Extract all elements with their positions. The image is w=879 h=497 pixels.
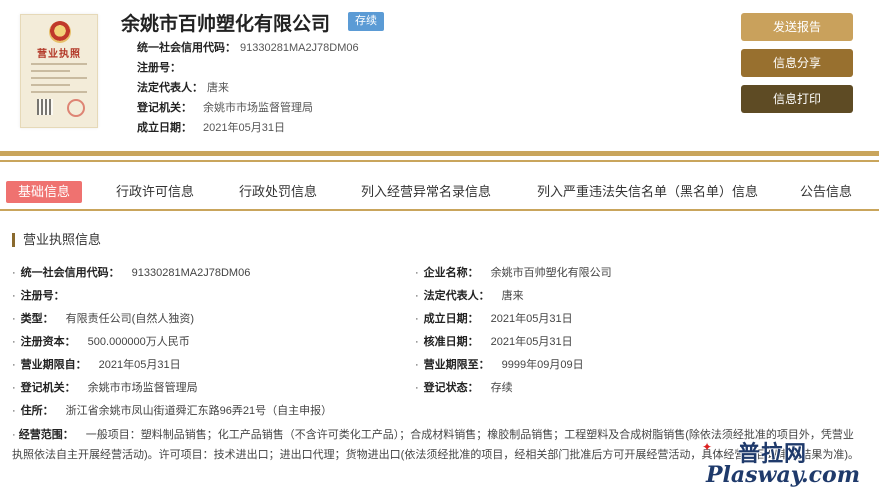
field-bullet: · (415, 336, 419, 348)
field-bullet: · (415, 313, 419, 325)
info-label: 成立日期： (137, 122, 192, 134)
field-value: 500.000000万人民币 (87, 336, 190, 348)
header-info-legal-rep: 法定代表人： 唐来 (137, 79, 229, 95)
seal-icon (67, 99, 85, 117)
field-bullet: · (12, 336, 16, 348)
send-report-button[interactable]: 发送报告 (741, 13, 853, 41)
field-value: 有限责任公司(自然人独资) (65, 313, 194, 325)
field-value: 2021年05月31日 (490, 313, 573, 325)
field-address: · 住所： 浙江省余姚市凤山街道舜汇东路96弄21号（自主申报） (12, 402, 332, 418)
field-value: 余姚市市场监督管理局 (87, 382, 198, 394)
tab-blacklist[interactable]: 列入严重违法失信名单（黑名单）信息 (537, 181, 758, 203)
field-label: 法定代表人： (423, 290, 490, 302)
tab-admin-license[interactable]: 行政许可信息 (116, 181, 194, 203)
field-reg-no: · 注册号： (12, 287, 77, 303)
field-bullet: · (12, 313, 16, 325)
field-value: 9999年09月09日 (501, 359, 584, 371)
field-registered-capital: · 注册资本： 500.000000万人民币 (12, 333, 190, 349)
field-bullet: · (415, 267, 419, 279)
field-label: 核准日期： (423, 336, 479, 348)
field-bullet: · (415, 382, 419, 394)
business-license-thumbnail[interactable]: 营业执照 (20, 14, 98, 128)
field-bullet: · (12, 290, 16, 302)
field-value: 91330281MA2J78DM06 (131, 267, 251, 279)
info-value: 91330281MA2J78DM06 (240, 42, 359, 54)
field-label: 成立日期： (423, 313, 479, 325)
field-bullet: · (415, 290, 419, 302)
header-divider (0, 151, 879, 156)
field-label: 登记状态： (423, 382, 479, 394)
tab-announcements[interactable]: 公告信息 (800, 181, 852, 203)
header-info-established: 成立日期： 2021年05月31日 (137, 119, 285, 135)
field-label: 经营范围： (18, 429, 74, 441)
field-bullet: · (12, 359, 16, 371)
watermark-latin: Plasway.com (706, 462, 860, 488)
field-value: 余姚市百帅塑化有限公司 (490, 267, 612, 279)
license-text-lines (31, 63, 87, 98)
field-bullet: · (12, 382, 16, 394)
site-watermark-logo: ✦ 普拉网 Plasway.com (700, 436, 870, 492)
field-label: 登记机关： (20, 382, 76, 394)
tab-abnormal-operation[interactable]: 列入经营异常名录信息 (361, 181, 491, 203)
field-value: 浙江省余姚市凤山街道舜汇东路96弄21号（自主申报） (65, 405, 333, 417)
field-type: · 类型： 有限责任公司(自然人独资) (12, 310, 194, 326)
field-value: 唐来 (501, 290, 524, 302)
field-bullet: · (12, 267, 16, 279)
info-label: 法定代表人： (137, 82, 203, 94)
status-badge: 存续 (348, 12, 384, 31)
field-label: 营业期限自： (20, 359, 87, 371)
field-label: 营业期限至： (423, 359, 490, 371)
field-registration-status: · 登记状态： 存续 (415, 379, 513, 395)
field-established: · 成立日期： 2021年05月31日 (415, 310, 573, 326)
field-approval-date: · 核准日期： 2021年05月31日 (415, 333, 573, 349)
field-company-name: · 企业名称： 余姚市百帅塑化有限公司 (415, 264, 612, 280)
field-legal-rep: · 法定代表人： 唐来 (415, 287, 524, 303)
field-value: 2021年05月31日 (98, 359, 181, 371)
license-thumbnail-title: 营业执照 (37, 49, 81, 60)
field-registration-authority: · 登记机关： 余姚市市场监督管理局 (12, 379, 198, 395)
header-divider-thin (0, 160, 879, 162)
field-bullet: · (12, 429, 16, 441)
field-label: 住所： (20, 405, 54, 417)
field-label: 统一社会信用代码： (20, 267, 120, 279)
header-info-credit-code: 统一社会信用代码： 91330281MA2J78DM06 (137, 39, 359, 55)
field-bullet: · (12, 405, 16, 417)
star-icon: ✦ (702, 440, 713, 454)
tab-basic-info[interactable]: 基础信息 (6, 181, 83, 203)
field-label: 注册资本： (20, 336, 76, 348)
field-label: 类型： (20, 313, 54, 325)
info-value: 余姚市市场监督管理局 (203, 102, 313, 114)
header-info-reg-no: 注册号： (137, 59, 203, 75)
info-label: 统一社会信用代码： (137, 42, 236, 54)
field-value: 2021年05月31日 (490, 336, 573, 348)
tab-admin-penalty[interactable]: 行政处罚信息 (239, 181, 317, 203)
qr-code-icon (37, 99, 53, 115)
info-label: 登记机关： (137, 102, 192, 114)
company-name-title: 余姚市百帅塑化有限公司 (121, 14, 331, 35)
field-bullet: · (415, 359, 419, 371)
field-label: 企业名称： (423, 267, 479, 279)
field-label: 注册号： (20, 290, 65, 302)
section-title: 营业执照信息 (12, 233, 101, 247)
tabs-divider (0, 209, 879, 211)
header-info-authority: 登记机关： 余姚市市场监督管理局 (137, 99, 313, 115)
info-label: 注册号： (137, 62, 181, 74)
field-credit-code: · 统一社会信用代码： 91330281MA2J78DM06 (12, 264, 250, 280)
info-value: 2021年05月31日 (203, 122, 285, 134)
field-value: 存续 (490, 382, 513, 394)
field-term-from: · 营业期限自： 2021年05月31日 (12, 356, 181, 372)
national-emblem-icon (49, 21, 71, 43)
info-value: 唐来 (207, 82, 229, 94)
share-info-button[interactable]: 信息分享 (741, 49, 853, 77)
print-info-button[interactable]: 信息打印 (741, 85, 853, 113)
field-term-to: · 营业期限至： 9999年09月09日 (415, 356, 584, 372)
